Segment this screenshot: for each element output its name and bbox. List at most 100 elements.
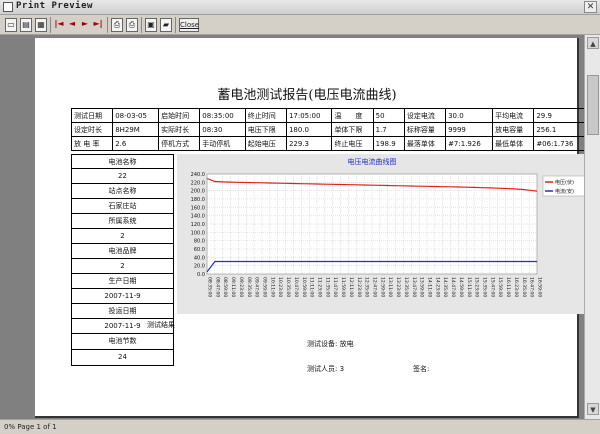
y-tick-label: 40.0 (194, 255, 205, 261)
info-label-cell: 最低单体 (492, 136, 535, 151)
side-value: 2 (71, 259, 174, 274)
side-label: 电池品牌 (71, 244, 174, 259)
scroll-thumb[interactable] (587, 75, 599, 135)
info-row: 测试日期 08-03-05 启始时间 08:35:00 终止时间 17:05:00 温 度5… (70, 108, 587, 123)
test-person-label: 测试人员: 3 (307, 365, 345, 373)
chart-svg: 电压电流曲线图 0.0 20.0 40.0 60.0 80.0 100.0 120.0 140.… (191, 157, 586, 297)
info-value-cell: #06:1.736 (533, 136, 587, 151)
report-page: 蓄电池测试报告(电压电流曲线) 测试日期 08-03-05 启始时间 08:35:00… (35, 38, 587, 418)
info-value-cell: 1.7 (372, 122, 405, 137)
x-tick-label: 08:35:00 (207, 277, 213, 297)
y-tick-label: 60.0 (194, 247, 205, 253)
y-tick-label: 220.0 (191, 180, 205, 186)
x-tick-label: 15:59:00 (497, 277, 503, 297)
y-tick-label: 160.0 (191, 205, 205, 211)
save-icon[interactable]: ▣ (145, 18, 157, 32)
x-tick-label: 13:23:00 (395, 277, 401, 297)
y-tick-label: 0.0 (197, 272, 205, 278)
side-value: 22 (71, 169, 174, 184)
x-tick-label: 11:59:00 (340, 277, 346, 297)
scroll-up-icon[interactable]: ▲ (587, 37, 599, 49)
info-label-cell: 温 度 (331, 108, 374, 123)
x-tick-label: 09:11:00 (230, 277, 236, 297)
toolbar-separator (50, 17, 51, 33)
legend-label: 电流(安) (555, 188, 574, 195)
window-close-button[interactable]: ✕ (584, 1, 597, 13)
last-page-button[interactable]: ►| (93, 18, 103, 32)
info-value-cell: 17:05:00 (285, 108, 333, 123)
print-preview-window: Print Preview ✕ ▭ ▤ ▦ |◄ ◄ ► ►| ⎙ ⎙ ▣ ▰ … (0, 0, 600, 434)
y-tick-label: 100.0 (191, 230, 205, 236)
x-tick-label: 12:59:00 (379, 277, 385, 297)
info-value-cell: 180.0 (285, 122, 333, 137)
info-label-cell: 标称容量 (403, 122, 447, 137)
title-bar: Print Preview ✕ (0, 0, 600, 15)
x-tick-label: 15:11:00 (466, 277, 472, 297)
side-label: 生产日期 (71, 274, 174, 289)
y-tick-label: 20.0 (194, 264, 205, 270)
side-label: 电池节数 (71, 334, 174, 350)
x-tick-label: 09:59:00 (262, 277, 268, 297)
x-tick-label: 14:35:00 (442, 277, 448, 297)
side-value: 石家庄站 (71, 199, 174, 214)
toolbar-separator (175, 17, 176, 33)
x-tick-label: 12:35:00 (364, 277, 370, 297)
chart-title: 电压电流曲线图 (348, 157, 397, 166)
prev-page-button[interactable]: ◄ (67, 18, 77, 32)
info-value-cell: 30.0 (445, 108, 494, 123)
toolbar-separator (107, 17, 108, 33)
info-value-cell: 08-03-05 (112, 108, 160, 123)
x-tick-label: 10:47:00 (293, 277, 299, 297)
side-value: 2 (71, 229, 174, 244)
x-tick-label: 15:35:00 (482, 277, 488, 297)
x-tick-label: 10:23:00 (277, 277, 283, 297)
info-label-cell: 停机方式 (158, 136, 201, 151)
x-tick-label: 15:23:00 (474, 277, 480, 297)
next-page-button[interactable]: ► (80, 18, 90, 32)
x-tick-label: 14:59:00 (458, 277, 464, 297)
x-tick-label: 11:23:00 (317, 277, 323, 297)
info-label-cell: 启始时间 (158, 108, 201, 123)
info-row: 设定时长 8H29M 实际时长 08:30 电压下限 180.0 单体下限 1.7 标称容量 99… (70, 122, 587, 137)
x-tick-label: 08:59:00 (222, 277, 228, 297)
x-tick-label: 10:59:00 (301, 277, 307, 297)
page-width-icon[interactable]: ▭ (5, 18, 17, 32)
x-tick-label: 10:11:00 (269, 277, 275, 297)
print-setup-icon[interactable]: ⎙ (111, 18, 123, 32)
first-page-button[interactable]: |◄ (54, 18, 64, 32)
side-value: 2007-11-9 (71, 289, 174, 304)
x-tick-label: 11:11:00 (309, 277, 315, 297)
open-icon[interactable]: ▰ (160, 18, 172, 32)
info-label-cell: 最落单体 (403, 136, 447, 151)
report-title: 蓄电池测试报告(电压电流曲线) (217, 88, 397, 103)
info-value-cell: 8H29M (112, 122, 160, 137)
x-tick-label: 16:47:00 (529, 277, 535, 297)
side-label: 所属系统 (71, 214, 174, 229)
side-label: 站点名称 (71, 184, 174, 199)
voltage-current-chart: 电压电流曲线图 0.0 20.0 40.0 60.0 80.0 100.0 120.0 140.… (177, 154, 587, 314)
info-value-cell: 08:35:00 (199, 108, 246, 123)
scroll-down-icon[interactable]: ▼ (587, 403, 599, 415)
x-tick-label: 11:47:00 (332, 277, 338, 297)
info-label-cell: 电压下限 (244, 122, 287, 137)
multi-page-icon[interactable]: ▦ (35, 18, 47, 32)
info-label-cell: 单体下限 (331, 122, 374, 137)
one-page-icon[interactable]: ▤ (20, 18, 32, 32)
info-table: 测试日期 08-03-05 启始时间 08:35:00 终止时间 17:05:00 温 度5… (70, 108, 587, 151)
info-value-cell: 手动停机 (199, 136, 246, 151)
info-label-cell: 平均电流 (492, 108, 535, 123)
info-value-cell: 256.1 (533, 122, 587, 137)
print-icon[interactable]: ⎙ (126, 18, 138, 32)
info-label-cell: 起始电压 (244, 136, 287, 151)
vertical-scrollbar[interactable]: ▲ ▼ (584, 35, 600, 419)
info-value-cell: 50 (372, 108, 405, 123)
info-value-cell: 9999 (445, 122, 494, 137)
info-label-cell: 设定时长 (70, 122, 114, 137)
x-tick-label: 08:47:00 (214, 277, 220, 297)
info-label-cell: 放 电 率 (70, 136, 114, 151)
close-button[interactable]: Close (179, 18, 199, 32)
x-tick-label: 12:23:00 (356, 277, 362, 297)
side-label: 电池名称 (71, 154, 174, 169)
window-title: Print Preview (16, 1, 93, 11)
x-tick-label: 13:35:00 (403, 277, 409, 297)
